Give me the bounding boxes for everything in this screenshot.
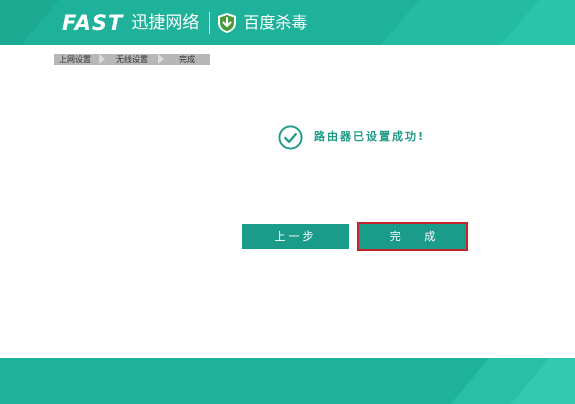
brand-divider — [209, 12, 211, 34]
breadcrumb-item-done: 完成 — [179, 55, 195, 64]
finish-button-highlight: 完 成 — [357, 222, 468, 251]
footer-bar — [0, 358, 575, 404]
previous-step-button[interactable]: 上一步 — [242, 224, 349, 249]
partner-name: 百度杀毒 — [243, 13, 308, 32]
success-text: 路由器已设置成功! — [314, 130, 426, 143]
baidu-antivirus-shield-icon — [218, 13, 237, 33]
finish-button[interactable]: 完 成 — [359, 224, 466, 249]
breadcrumb-separator-icon — [158, 54, 164, 64]
breadcrumb-item-wireless: 无线设置 — [116, 55, 148, 64]
breadcrumb-separator-icon — [99, 54, 105, 64]
fast-logo: FAST — [62, 11, 124, 35]
header-bar: FAST 迅捷网络 百度杀毒 — [0, 0, 575, 45]
check-circle-icon — [278, 124, 303, 150]
breadcrumb-item-internet: 上网设置 — [59, 55, 91, 64]
breadcrumb: 上网设置 无线设置 完成 — [54, 54, 210, 65]
brand-name: 迅捷网络 — [131, 13, 200, 33]
header-decor-stripe — [0, 0, 59, 45]
brand: FAST 迅捷网络 百度杀毒 — [62, 11, 307, 35]
success-message: 路由器已设置成功! — [278, 124, 425, 150]
